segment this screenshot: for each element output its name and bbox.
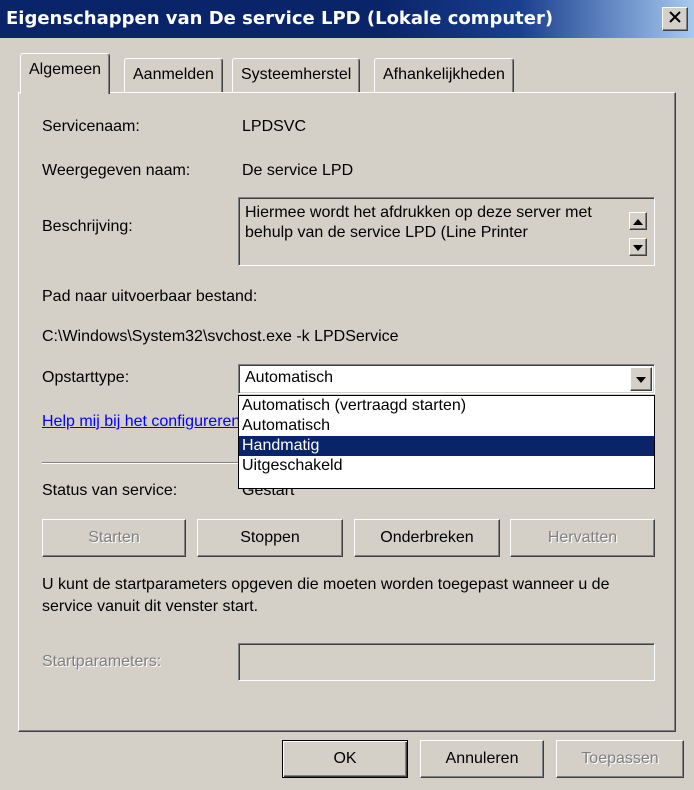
scroll-down-button[interactable] — [629, 238, 647, 256]
startup-option-automatic[interactable]: Automatisch — [239, 416, 654, 436]
tab-algemeen[interactable]: Algemeen — [20, 53, 111, 94]
cancel-button-label: Annuleren — [445, 750, 519, 767]
start-button[interactable]: Starten — [42, 519, 186, 557]
startup-type-select[interactable]: Automatisch — [238, 364, 655, 394]
tab-label: Aanmelden — [133, 66, 214, 83]
scroll-up-button[interactable] — [629, 212, 647, 230]
arrow-up-icon — [633, 212, 643, 230]
startup-option-manual[interactable]: Handmatig — [239, 436, 654, 456]
close-button[interactable] — [662, 7, 688, 31]
description-box[interactable]: Hiermee wordt het afdrukken op deze serv… — [238, 197, 655, 266]
startup-option-disabled[interactable]: Uitgeschakeld — [239, 456, 654, 476]
tab-aanmelden[interactable]: Aanmelden — [124, 58, 223, 92]
ok-button[interactable]: OK — [282, 740, 408, 778]
startup-type-value: Automatisch — [245, 369, 334, 386]
stop-button[interactable]: Stoppen — [197, 519, 343, 557]
resume-button-label: Hervatten — [547, 529, 618, 546]
start-button-label: Starten — [88, 529, 140, 546]
tab-label: Algemeen — [29, 61, 102, 78]
resume-button[interactable]: Hervatten — [510, 519, 655, 557]
title-bar[interactable]: Eigenschappen van De service LPD (Lokale… — [0, 0, 694, 38]
cancel-button[interactable]: Annuleren — [420, 740, 544, 778]
apply-button[interactable]: Toepassen — [556, 740, 684, 778]
window-title: Eigenschappen van De service LPD (Lokale… — [6, 8, 554, 29]
pause-button[interactable]: Onderbreken — [354, 519, 500, 557]
startup-type-dropdown-list[interactable]: Automatisch (vertraagd starten) Automati… — [238, 395, 655, 489]
close-icon — [669, 10, 681, 28]
stop-button-label: Stoppen — [240, 529, 300, 546]
dropdown-button[interactable] — [630, 367, 652, 391]
tab-label: Afhankelijkheden — [383, 66, 505, 83]
pause-button-label: Onderbreken — [380, 529, 474, 546]
help-link[interactable]: Help mij bij het configureren van opstar… — [42, 413, 238, 431]
arrow-down-icon — [633, 238, 643, 256]
description-text: Hiermee wordt het afdrukken op deze serv… — [245, 204, 592, 241]
tab-systeemherstel[interactable]: Systeemherstel — [232, 58, 361, 92]
apply-button-label: Toepassen — [581, 750, 659, 767]
service-properties-dialog: Eigenschappen van De service LPD (Lokale… — [0, 0, 694, 790]
chevron-down-icon — [636, 370, 646, 388]
tab-afhankelijkheden[interactable]: Afhankelijkheden — [374, 58, 514, 92]
tab-label: Systeemherstel — [241, 66, 352, 83]
start-params-input[interactable] — [238, 643, 655, 681]
startup-option-delayed[interactable]: Automatisch (vertraagd starten) — [239, 396, 654, 416]
ok-button-label: OK — [333, 750, 357, 767]
